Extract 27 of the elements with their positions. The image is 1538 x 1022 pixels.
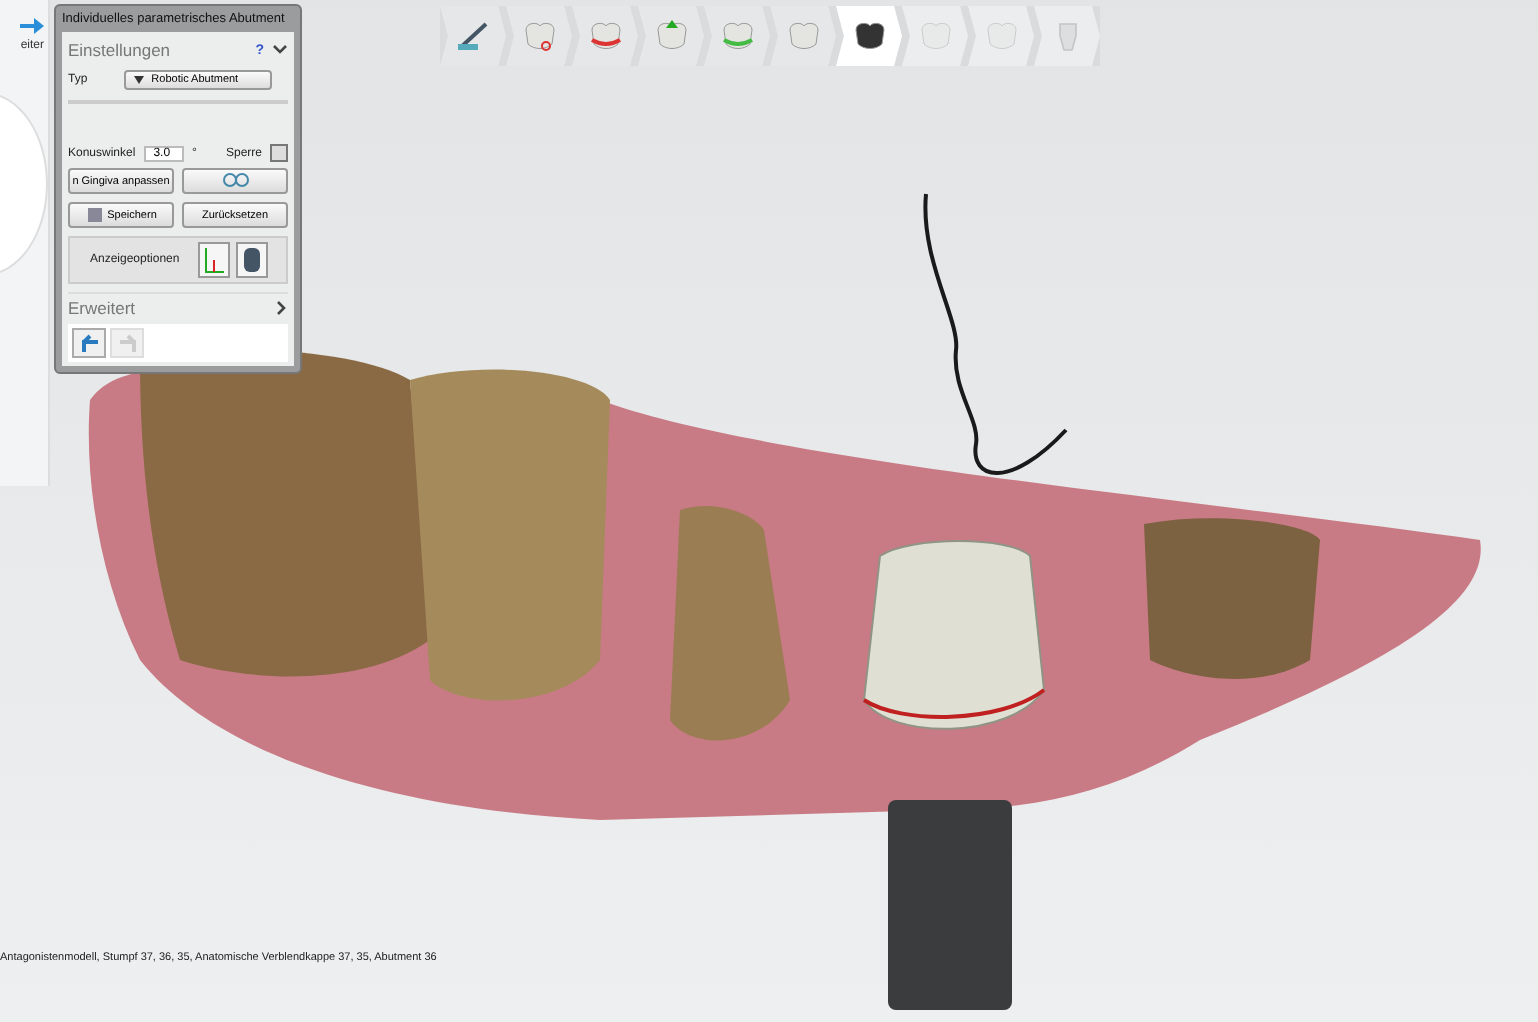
dropdown-arrow-icon xyxy=(133,76,144,84)
display-option-button[interactable] xyxy=(235,242,268,278)
tool-button[interactable] xyxy=(182,168,288,194)
save-icon xyxy=(85,206,104,224)
teeth-icon xyxy=(221,169,249,193)
undo-icon xyxy=(77,333,101,353)
tooth-icon xyxy=(587,20,623,52)
tooth-icon xyxy=(521,20,557,52)
tooth-icon xyxy=(983,20,1019,52)
tooth-icon xyxy=(653,20,689,52)
section-title: Erweitert xyxy=(68,298,138,318)
pen-icon xyxy=(455,20,491,52)
axis-icon xyxy=(201,246,226,274)
display-option-button[interactable] xyxy=(197,242,230,278)
chevron-icon[interactable] xyxy=(272,44,288,56)
arrow-right-icon xyxy=(20,16,44,36)
tooth-icon xyxy=(241,246,262,274)
tooth-icon xyxy=(917,20,953,52)
workflow-step[interactable] xyxy=(836,6,902,66)
undo-button[interactable] xyxy=(72,328,106,358)
tooth-icon xyxy=(785,20,821,52)
workflow-step[interactable] xyxy=(440,6,506,66)
tooth-icon xyxy=(851,20,887,52)
tooth-icon xyxy=(719,20,755,52)
section-title: Einstellungen xyxy=(68,40,173,60)
lock-checkbox[interactable] xyxy=(270,144,288,162)
redo-icon xyxy=(115,333,139,353)
